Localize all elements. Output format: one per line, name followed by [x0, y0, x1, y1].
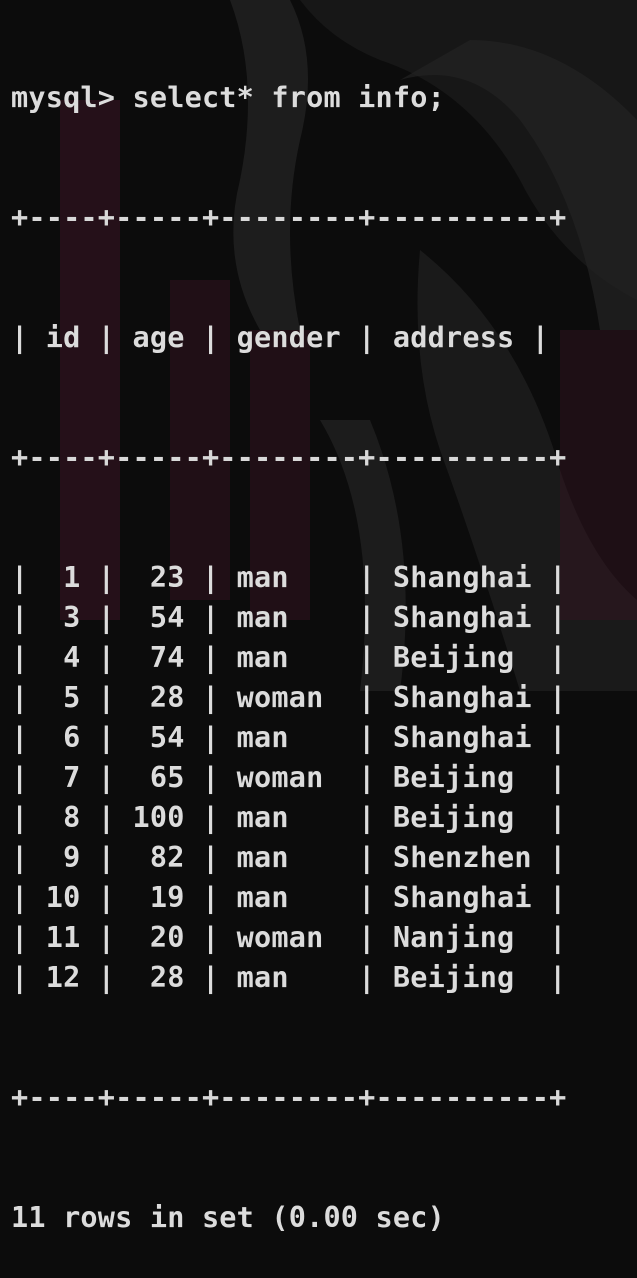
terminal-output[interactable]: mysql> select* from info; +----+-----+--… [11, 0, 567, 1278]
cell-gender: woman [236, 681, 324, 714]
cell-age: 74 [149, 641, 185, 674]
command-line: mysql> select* from info; [11, 80, 567, 118]
cell-gender: man [236, 801, 289, 834]
header-address: address [392, 321, 515, 354]
table-border-bottom: +----+-----+--------+----------+ [11, 1081, 567, 1114]
table-row: | 12 | 28 | man | Beijing | [11, 961, 567, 994]
table-row: | 5 | 28 | woman | Shanghai | [11, 681, 567, 714]
cell-id: 4 [63, 641, 81, 674]
table-row: | 1 | 23 | man | Shanghai | [11, 561, 567, 594]
cell-age: 54 [149, 721, 185, 754]
table-row: | 11 | 20 | woman | Nanjing | [11, 921, 567, 954]
table-row: | 4 | 74 | man | Beijing | [11, 641, 567, 674]
table-body: | 1 | 23 | man | Shanghai | | 3 | 54 | ma… [11, 558, 567, 998]
cell-id: 7 [63, 761, 81, 794]
cell-age: 20 [149, 921, 185, 954]
cell-gender: man [236, 961, 289, 994]
cell-id: 9 [63, 841, 81, 874]
cell-address: Shanghai [392, 561, 532, 594]
table-row: | 10 | 19 | man | Shanghai | [11, 881, 567, 914]
cell-address: Shanghai [392, 601, 532, 634]
cell-gender: man [236, 721, 289, 754]
cell-address: Beijing [392, 801, 515, 834]
cell-gender: woman [236, 761, 324, 794]
cell-age: 100 [132, 801, 185, 834]
cell-age: 28 [149, 961, 185, 994]
cell-age: 28 [149, 681, 185, 714]
table-row: | 9 | 82 | man | Shenzhen | [11, 841, 567, 874]
cell-address: Shanghai [392, 881, 532, 914]
cell-address: Shenzhen [392, 841, 532, 874]
cell-gender: man [236, 841, 289, 874]
table-row: | 3 | 54 | man | Shanghai | [11, 601, 567, 634]
cell-age: 19 [149, 881, 185, 914]
cell-age: 65 [149, 761, 185, 794]
cell-age: 82 [149, 841, 185, 874]
cell-id: 1 [63, 561, 81, 594]
cell-id: 11 [45, 921, 81, 954]
cell-id: 8 [63, 801, 81, 834]
header-age: age [132, 321, 185, 354]
table-header-row: | id | age | gender | address | [11, 321, 550, 354]
cell-address: Shanghai [392, 721, 532, 754]
cell-address: Beijing [392, 761, 515, 794]
table-row: | 7 | 65 | woman | Beijing | [11, 761, 567, 794]
cell-address: Shanghai [392, 681, 532, 714]
cell-id: 3 [63, 601, 81, 634]
result-summary: 11 rows in set (0.00 sec) [11, 1201, 445, 1234]
cell-gender: man [236, 641, 289, 674]
cell-gender: man [236, 561, 289, 594]
mysql-prompt: mysql> [11, 81, 116, 114]
header-gender: gender [236, 321, 341, 354]
cell-gender: woman [236, 921, 324, 954]
cell-address: Beijing [392, 961, 515, 994]
table-border-top: +----+-----+--------+----------+ [11, 201, 567, 234]
cell-id: 12 [45, 961, 81, 994]
cell-id: 6 [63, 721, 81, 754]
cell-address: Nanjing [392, 921, 515, 954]
cell-id: 5 [63, 681, 81, 714]
cell-address: Beijing [392, 641, 515, 674]
cell-age: 23 [149, 561, 185, 594]
table-border-mid: +----+-----+--------+----------+ [11, 441, 567, 474]
sql-command: select* from info; [132, 81, 445, 114]
cell-id: 10 [45, 881, 81, 914]
table-row: | 6 | 54 | man | Shanghai | [11, 721, 567, 754]
cell-gender: man [236, 881, 289, 914]
cell-age: 54 [149, 601, 185, 634]
header-id: id [45, 321, 81, 354]
table-row: | 8 | 100 | man | Beijing | [11, 801, 567, 834]
cell-gender: man [236, 601, 289, 634]
